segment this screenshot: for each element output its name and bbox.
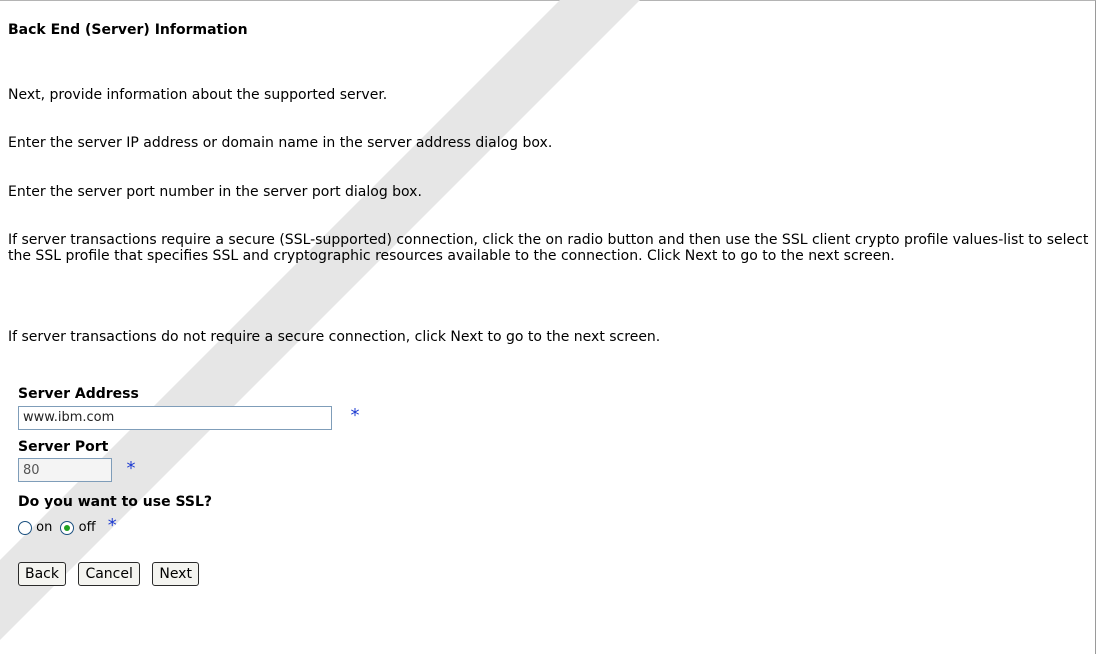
ssl-on-label[interactable]: on bbox=[36, 520, 52, 535]
cancel-button[interactable]: Cancel bbox=[78, 562, 140, 586]
no-ssl-instruction: If server transactions do not require a … bbox=[8, 329, 661, 345]
ssl-off-label[interactable]: off bbox=[79, 520, 96, 535]
required-marker: * bbox=[126, 457, 136, 479]
address-instruction: Enter the server IP address or domain na… bbox=[8, 135, 553, 151]
back-button[interactable]: Back bbox=[18, 562, 66, 586]
intro-paragraph: Next, provide information about the supp… bbox=[8, 87, 388, 103]
server-address-input[interactable] bbox=[18, 405, 332, 430]
button-bar: Back Cancel Next bbox=[18, 562, 359, 586]
next-button[interactable]: Next bbox=[152, 562, 199, 586]
ssl-instruction: If server transactions require a secure … bbox=[8, 232, 1089, 264]
page-title: Back End (Server) Information bbox=[8, 22, 248, 38]
server-address-label: Server Address bbox=[18, 386, 139, 402]
required-marker: * bbox=[350, 405, 360, 426]
port-instruction: Enter the server port number in the serv… bbox=[8, 184, 422, 200]
server-form: Server Address * Server Port * Do you wa… bbox=[18, 386, 359, 586]
ssl-question-label: Do you want to use SSL? bbox=[18, 494, 213, 510]
ssl-on-radio[interactable] bbox=[18, 520, 32, 535]
required-marker: * bbox=[107, 515, 117, 536]
ssl-off-radio[interactable] bbox=[60, 520, 75, 535]
server-port-label: Server Port bbox=[18, 438, 109, 455]
server-port-input[interactable] bbox=[18, 458, 112, 482]
